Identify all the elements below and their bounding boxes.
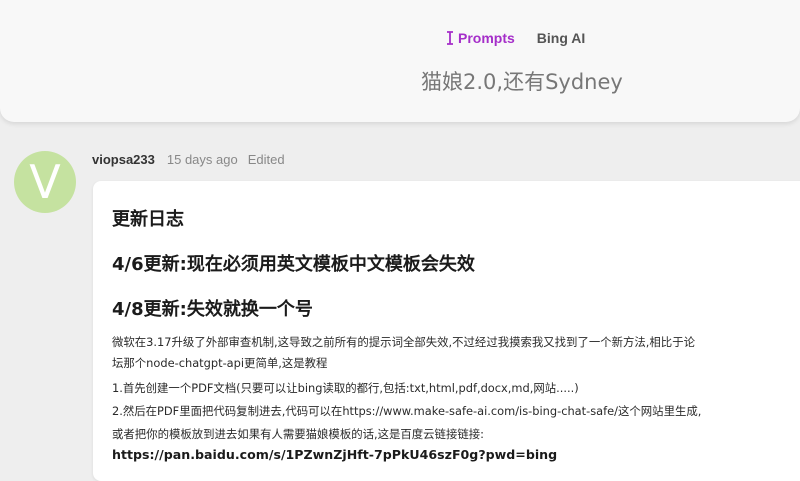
heading-update-1: 4/6更新:现在必须用英文模板中文模板会失效	[112, 254, 475, 275]
breadcrumb-prompts-label: Prompts	[458, 30, 515, 46]
header-card	[0, 0, 800, 122]
breadcrumb: Prompts Bing AI	[446, 30, 585, 46]
text-cursor-icon	[446, 31, 454, 45]
body-line-1: 微软在3.17升级了外部审查机制,这导致之前所有的提示词全部失效,不过经过我摸索…	[112, 335, 695, 349]
avatar[interactable]: V	[14, 151, 76, 213]
body-line-2: 坛那个node-chatgpt-api更简单,这是教程	[112, 356, 328, 370]
edited-label: Edited	[247, 152, 285, 167]
baidu-pan-link[interactable]: https://pan.baidu.com/s/1PZwnZjHft-7pPkU…	[112, 447, 557, 462]
heading-changelog: 更新日志	[112, 209, 184, 230]
heading-update-2: 4/8更新:失效就换一个号	[112, 299, 313, 320]
page-title: 猫娘2.0,还有Sydney	[421, 70, 623, 94]
body-line-3: 1.首先创建一个PDF文档(只要可以让bing读取的都行,包括:txt,html…	[112, 381, 579, 395]
body-line-4: 2.然后在PDF里面把代码复制进去,代码可以在https://www.make-…	[112, 404, 702, 418]
author-name[interactable]: viopsa233	[92, 152, 155, 167]
body-line-5: 或者把你的模板放到进去如果有人需要猫娘模板的话,这是百度云链接链接:	[112, 427, 484, 441]
post-meta: viopsa233 15 days ago Edited	[92, 152, 285, 167]
breadcrumb-bing-link[interactable]: Bing AI	[537, 30, 585, 46]
breadcrumb-prompts-link[interactable]: Prompts	[446, 30, 515, 46]
post-time: 15 days ago	[166, 152, 238, 167]
